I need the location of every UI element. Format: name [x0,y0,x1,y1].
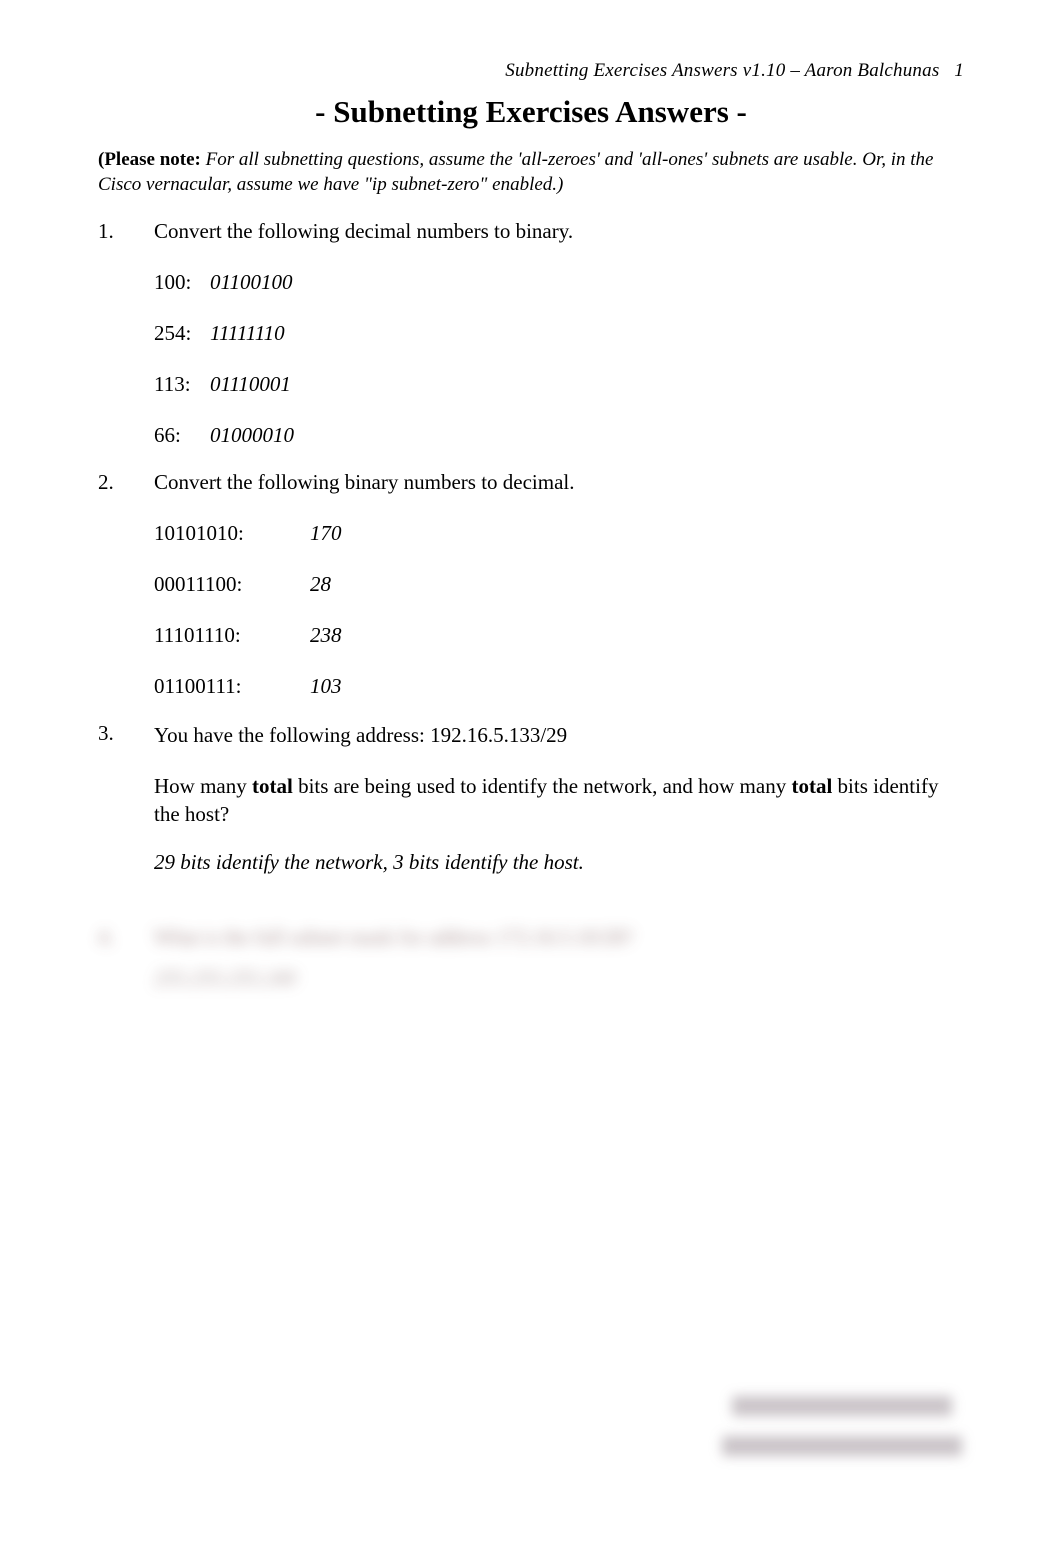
footer-blurred-line-2 [722,1436,962,1456]
q2-row-label: 01100111: [154,674,310,699]
q3-bold1: total [252,774,293,798]
footer-blurred-line-1 [732,1396,952,1416]
note-text: For all subnetting questions, assume the… [98,149,933,195]
q1-number: 1. [98,219,154,448]
q3-line2: How many total bits are being used to id… [154,772,964,829]
q2-row-answer: 170 [310,521,342,546]
page-number: 1 [954,60,964,81]
q2-number: 2. [98,470,154,699]
question-1: 1. Convert the following decimal numbers… [98,219,964,448]
q4-prompt-blurred: What is the full subnet mask for address… [154,925,964,950]
q2-prompt: Convert the following binary numbers to … [154,470,964,495]
header-title: Subnetting Exercises Answers v1.10 – Aar… [505,60,939,81]
q1-row-label: 66: [154,423,210,448]
q2-row: 11101110: 238 [154,623,964,648]
q2-row-answer: 238 [310,623,342,648]
q1-row: 66: 01000010 [154,423,964,448]
q2-body: Convert the following binary numbers to … [154,470,964,699]
q4-number: 4. [98,925,154,991]
note-block: (Please note: For all subnetting questio… [98,148,964,197]
q3-line1: You have the following address: 192.16.5… [154,721,964,749]
q3-text-b: bits are being used to identify the netw… [293,774,792,798]
q1-row-answer: 01110001 [210,372,291,397]
note-prefix: (Please note: [98,149,201,170]
q1-row-label: 100: [154,270,210,295]
question-3: 3. You have the following address: 192.1… [98,721,964,903]
q2-row-label: 10101010: [154,521,310,546]
q4-body: What is the full subnet mask for address… [154,925,964,991]
q3-bold2: total [791,774,832,798]
q1-row-answer: 11111110 [210,321,285,346]
q3-answer: 29 bits identify the network, 3 bits ide… [154,850,964,875]
running-header: Subnetting Exercises Answers v1.10 – Aar… [98,60,964,82]
page-title: - Subnetting Exercises Answers - [98,94,964,130]
q2-row-answer: 103 [310,674,342,699]
q1-row-answer: 01100100 [210,270,292,295]
q1-prompt: Convert the following decimal numbers to… [154,219,964,244]
q2-row-label: 00011100: [154,572,310,597]
question-4-blurred: 4. What is the full subnet mask for addr… [98,925,964,991]
q3-text-a: How many [154,774,252,798]
q4-answer-blurred: 255.255.255.240 [154,966,964,991]
q2-row: 00011100: 28 [154,572,964,597]
q1-row-label: 113: [154,372,210,397]
q1-row: 254: 11111110 [154,321,964,346]
q3-number: 3. [98,721,154,903]
q1-row-label: 254: [154,321,210,346]
q1-body: Convert the following decimal numbers to… [154,219,964,448]
q1-row: 113: 01110001 [154,372,964,397]
q2-row-answer: 28 [310,572,331,597]
q3-body: You have the following address: 192.16.5… [154,721,964,903]
q2-row: 10101010: 170 [154,521,964,546]
question-2: 2. Convert the following binary numbers … [98,470,964,699]
q1-row-answer: 01000010 [210,423,294,448]
q1-row: 100: 01100100 [154,270,964,295]
q2-row-label: 11101110: [154,623,310,648]
q2-row: 01100111: 103 [154,674,964,699]
